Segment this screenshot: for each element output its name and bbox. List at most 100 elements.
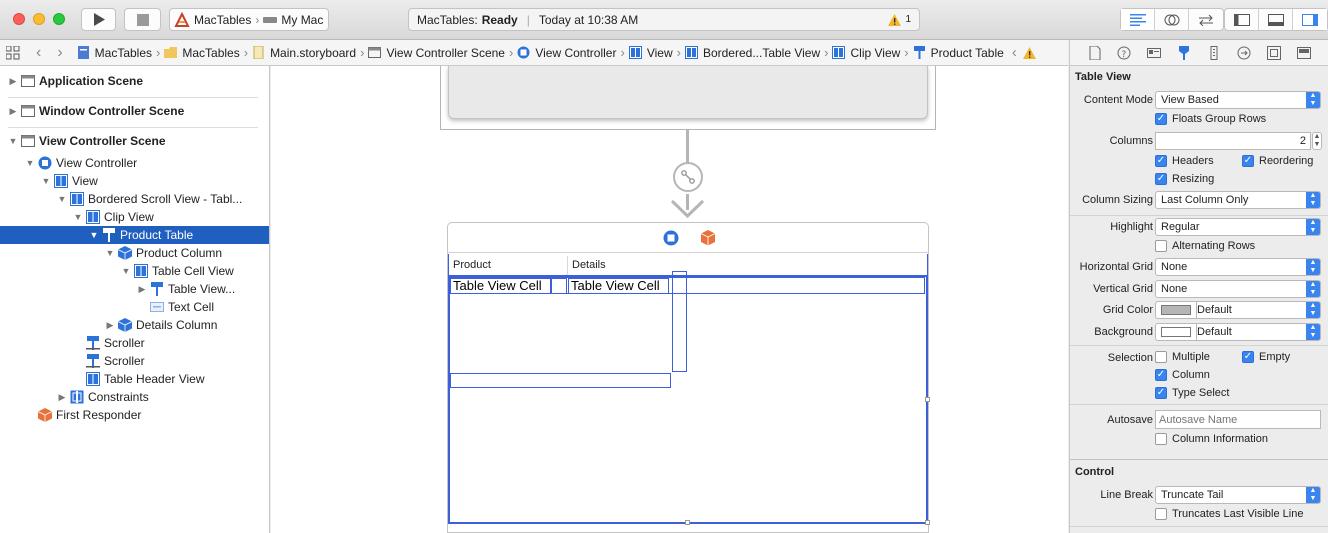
forward-arrow-icon[interactable]: › [57,44,62,62]
alternating-rows-checkbox[interactable]: Alternating Rows [1155,240,1255,252]
empty-checkbox[interactable]: ✓ Empty [1242,351,1290,363]
disclosure-right-icon[interactable]: ▶ [8,76,18,87]
outline-row[interactable]: ▼ Table Cell View [0,262,269,280]
warning-indicator[interactable]: 1 [888,13,911,26]
segue-icon[interactable] [673,162,703,192]
outline-row[interactable]: Text Cell [0,298,269,316]
columns-stepper[interactable]: ▲ ▼ [1312,132,1322,150]
file-inspector-icon[interactable] [1088,46,1102,60]
vertical-grid-popup[interactable]: None ▲ ▼ [1155,280,1321,298]
grid-color-popup[interactable]: Default ▲ ▼ [1155,301,1321,319]
resizing-checkbox[interactable]: ✓ Resizing [1155,173,1214,185]
outline-row[interactable]: ▼ Product Column [0,244,269,262]
identity-inspector-icon[interactable] [1147,46,1161,60]
vertical-scroller[interactable] [672,271,687,372]
disclosure-down-icon[interactable]: ▼ [25,158,35,168]
resize-handle[interactable] [925,397,930,402]
assistant-editor-button[interactable] [1155,9,1189,30]
column-information-checkbox[interactable]: Column Information [1155,433,1268,445]
disclosure-right-icon[interactable]: ▶ [57,392,67,403]
size-inspector-icon[interactable] [1207,46,1221,60]
utilities-toggle-button[interactable] [1293,9,1327,30]
outline-row[interactable]: ▶ Details Column [0,316,269,334]
disclosure-down-icon[interactable]: ▼ [121,266,131,276]
product-table[interactable] [448,254,928,524]
background-popup[interactable]: Default ▲ ▼ [1155,323,1321,341]
outline-row[interactable]: ▼ Bordered Scroll View - Tabl... [0,190,269,208]
horizontal-grid-popup[interactable]: None ▲ ▼ [1155,258,1321,276]
outline-row[interactable]: ▼ View Controller [0,154,269,172]
column-checkbox[interactable]: ✓ Column [1155,369,1210,381]
table-view-cell[interactable]: Table View Cell [450,278,551,294]
disclosure-right-icon[interactable]: ▶ [8,106,18,117]
floats-group-rows-checkbox[interactable]: ✓ Floats Group Rows [1155,113,1266,125]
truncates-last-visible-line-checkbox[interactable]: Truncates Last Visible Line [1155,508,1303,520]
resize-handle[interactable] [685,520,690,525]
outline-row[interactable]: ▼ Clip View [0,208,269,226]
jumpbar-item[interactable]: Product Table [913,40,1004,65]
multiple-checkbox[interactable]: Multiple [1155,351,1210,363]
horizontal-scroller[interactable] [450,373,671,388]
warning-icon[interactable] [1022,46,1036,59]
outline-row[interactable]: ▶ Table View... [0,280,269,298]
outline-row[interactable]: ▶ Window Controller Scene [0,102,269,120]
interface-builder-canvas[interactable]: Product Details Table View Cell Table Vi… [271,66,1068,533]
disclosure-right-icon[interactable]: ▶ [105,320,115,331]
line-break-popup[interactable]: Truncate Tail ▲ ▼ [1155,486,1321,504]
resize-handle[interactable] [925,520,930,525]
autosave-input[interactable] [1155,410,1321,429]
back-arrow-icon[interactable]: ‹ [36,44,41,62]
column-header-details[interactable]: Details [572,259,606,271]
related-items-icon[interactable] [6,45,20,60]
outline-row[interactable]: ▼ View Controller Scene [0,132,269,150]
view-effects-inspector-icon[interactable] [1297,46,1311,60]
column-header-product[interactable]: Product [453,259,491,271]
minimize-window-button[interactable] [33,13,45,25]
jumpbar-item[interactable]: Clip View [832,40,900,65]
zoom-window-button[interactable] [53,13,65,25]
help-icon[interactable]: ? [1117,46,1131,60]
scheme-selector[interactable]: MacTables › My Mac [169,8,329,31]
jumpbar-item[interactable]: MacTables [77,40,152,65]
jumpbar-item[interactable]: Main.storyboard [252,40,356,65]
disclosure-down-icon[interactable]: ▼ [41,176,51,186]
outline-row[interactable]: Table Header View [0,370,269,388]
jumpbar-item[interactable]: View Controller Scene [368,40,505,65]
disclosure-down-icon[interactable]: ▼ [105,248,115,258]
outline-row-selected[interactable]: ▼ Product Table [0,226,269,244]
version-editor-button[interactable] [1189,9,1223,30]
stop-button[interactable] [124,8,161,31]
outline-row[interactable]: ▶ Constraints [0,388,269,406]
column-sizing-popup[interactable]: Last Column Only ▲ ▼ [1155,191,1321,209]
jumpbar-item[interactable]: MacTables [164,40,240,65]
outline-row[interactable]: Scroller [0,352,269,370]
headers-checkbox[interactable]: ✓ Headers [1155,155,1214,167]
outline-row[interactable]: First Responder [0,406,269,424]
previous-issue-icon[interactable]: ‹ [1012,44,1017,61]
window-content[interactable] [448,66,928,119]
content-mode-popup[interactable]: View Based ▲ ▼ [1155,91,1321,109]
columns-field[interactable]: 2 [1155,132,1311,150]
jumpbar-item[interactable]: View [628,40,673,65]
reordering-checkbox[interactable]: ✓ Reordering [1242,155,1313,167]
disclosure-down-icon[interactable]: ▼ [73,212,83,222]
disclosure-right-icon[interactable]: ▶ [137,284,147,295]
run-button[interactable] [81,8,116,31]
outline-row[interactable]: Scroller [0,334,269,352]
table-header-view[interactable]: Product Details [449,254,927,277]
navigator-toggle-button[interactable] [1225,9,1259,30]
highlight-popup[interactable]: Regular ▲ ▼ [1155,218,1321,236]
debug-toggle-button[interactable] [1259,9,1293,30]
disclosure-down-icon[interactable]: ▼ [89,230,99,240]
connections-inspector-icon[interactable] [1237,46,1251,60]
type-select-checkbox[interactable]: ✓ Type Select [1155,387,1229,399]
table-view-cell[interactable]: Table View Cell [568,278,669,294]
close-window-button[interactable] [13,13,25,25]
standard-editor-button[interactable] [1121,9,1155,30]
outline-row[interactable]: ▶ Application Scene [0,72,269,90]
bindings-inspector-icon[interactable] [1267,46,1281,60]
disclosure-down-icon[interactable]: ▼ [57,194,67,204]
view-controller-icon[interactable] [663,230,679,246]
first-responder-icon[interactable] [700,230,716,246]
attributes-inspector-icon[interactable] [1177,46,1191,60]
